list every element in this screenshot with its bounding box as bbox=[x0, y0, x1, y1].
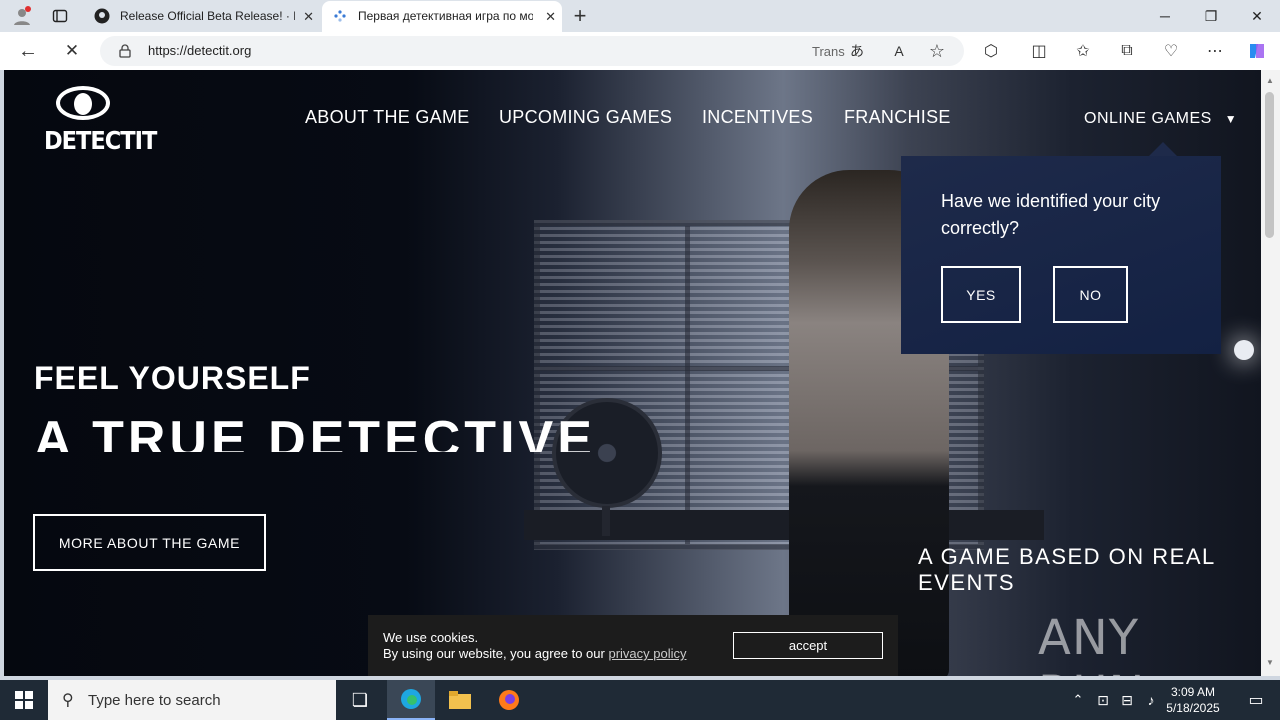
taskbar-clock[interactable]: 3:09 AM 5/18/2025 bbox=[1162, 684, 1224, 716]
taskbar-search[interactable]: ⚲ Type here to search bbox=[48, 680, 336, 720]
anyrun-watermark: ANY RUN bbox=[1038, 610, 1144, 676]
show-hidden-icons-icon[interactable]: ⌃ bbox=[1066, 680, 1090, 720]
favorites-icon[interactable]: ✩ bbox=[1072, 40, 1094, 62]
tab-actions-icon[interactable] bbox=[48, 4, 72, 28]
web-page: DETECTIT ABOUT THE GAME UPCOMING GAMES I… bbox=[4, 70, 1261, 676]
firefox-icon[interactable] bbox=[485, 680, 533, 720]
url-text[interactable]: https://detectit.org bbox=[148, 43, 251, 58]
city-confirm-popup: Have we identified your city correctly? … bbox=[901, 142, 1221, 354]
chevron-down-icon: ▼ bbox=[1224, 112, 1238, 126]
new-tab-icon[interactable]: + bbox=[566, 3, 594, 28]
tab-title: Release Official Beta Release! · Bl bbox=[120, 9, 295, 23]
back-icon[interactable]: ← bbox=[14, 38, 42, 64]
favorite-star-icon[interactable]: ☆ bbox=[926, 41, 948, 61]
close-tab-icon[interactable]: ✕ bbox=[545, 9, 556, 25]
windows-taskbar: ⚲ Type here to search ❏ ⌃ ⊡ ⊟ ♪ 3:09 AM … bbox=[0, 680, 1280, 720]
lamp-light bbox=[1234, 340, 1254, 360]
github-icon bbox=[94, 8, 110, 24]
cookie-accept-button[interactable]: accept bbox=[733, 632, 883, 659]
tab-bar: Release Official Beta Release! · Bl ✕ Пе… bbox=[0, 0, 1280, 32]
url-box[interactable]: https://detectit.org Trans あ A ☆ bbox=[100, 36, 964, 66]
address-bar: ← ✕ https://detectit.org Trans あ A ☆ ⬡ ◫… bbox=[0, 32, 1280, 70]
minimize-icon[interactable]: ─ bbox=[1142, 0, 1188, 32]
more-about-game-button[interactable]: MORE ABOUT THE GAME bbox=[33, 514, 266, 571]
restore-icon[interactable]: ❐ bbox=[1188, 0, 1234, 32]
tagline: A GAME BASED ON REAL EVENTS bbox=[918, 544, 1215, 595]
cookie-text: We use cookies. By using our website, yo… bbox=[383, 630, 687, 662]
cookie-line-2: By using our website, you agree to our bbox=[383, 646, 609, 661]
search-icon: ⚲ bbox=[62, 692, 74, 709]
page-scrollbar[interactable]: ▲ ▼ bbox=[1261, 70, 1280, 676]
extensions-icon[interactable]: ⬡ bbox=[980, 40, 1002, 62]
copilot-icon[interactable] bbox=[1244, 39, 1270, 63]
hero-line-1: FEEL YOURSELF bbox=[34, 360, 311, 396]
stop-loading-icon[interactable]: ✕ bbox=[58, 38, 86, 64]
close-tab-icon[interactable]: ✕ bbox=[303, 9, 314, 25]
nav-about-the-game[interactable]: ABOUT THE GAME bbox=[305, 107, 470, 128]
city-no-button[interactable]: NO bbox=[1053, 266, 1128, 323]
more-menu-icon[interactable]: ⋯ bbox=[1204, 40, 1226, 62]
notifications-icon[interactable]: ▭ bbox=[1232, 680, 1280, 720]
privacy-policy-link[interactable]: privacy policy bbox=[608, 646, 686, 661]
cookie-banner: We use cookies. By using our website, yo… bbox=[368, 615, 898, 676]
lock-icon[interactable] bbox=[116, 42, 134, 60]
search-placeholder: Type here to search bbox=[88, 691, 221, 709]
logo-text: DETECTIT bbox=[44, 126, 157, 155]
translate-icon[interactable]: あ bbox=[846, 41, 868, 61]
windows-start-icon[interactable] bbox=[0, 680, 48, 720]
browser-essentials-icon[interactable]: ♡ bbox=[1160, 40, 1182, 62]
collections-icon[interactable]: ⧉ bbox=[1116, 40, 1138, 62]
translate-label[interactable]: Trans bbox=[812, 44, 845, 59]
detectit-logo[interactable]: DETECTIT bbox=[44, 84, 157, 155]
scroll-down-icon[interactable]: ▼ bbox=[1266, 658, 1274, 667]
cookie-line-1: We use cookies. bbox=[383, 630, 479, 645]
scroll-thumb[interactable] bbox=[1265, 92, 1274, 238]
close-window-icon[interactable]: ✕ bbox=[1234, 0, 1280, 32]
loading-icon bbox=[334, 10, 346, 22]
city-question: Have we identified your city correctly? bbox=[941, 191, 1161, 238]
volume-icon[interactable]: ♪ bbox=[1140, 680, 1162, 720]
split-screen-icon[interactable]: ◫ bbox=[1028, 40, 1050, 62]
tray-device-icon[interactable]: ⊡ bbox=[1092, 680, 1114, 720]
profile-icon[interactable] bbox=[8, 4, 36, 28]
online-games-dropdown[interactable]: ONLINE GAMES ▼ bbox=[1084, 110, 1237, 128]
tab-detectit[interactable]: Первая детективная игра по мо ✕ bbox=[322, 1, 562, 32]
hero-line-2: A TRUE DETECTIVE bbox=[34, 411, 596, 452]
clock-time: 3:09 AM bbox=[1170, 685, 1216, 699]
file-explorer-icon[interactable] bbox=[436, 680, 484, 720]
edge-taskbar-icon[interactable] bbox=[387, 680, 435, 720]
tab-title: Первая детективная игра по мо bbox=[358, 9, 533, 23]
nav-franchise[interactable]: FRANCHISE bbox=[844, 107, 951, 128]
task-view-icon[interactable]: ❏ bbox=[336, 680, 384, 720]
city-yes-button[interactable]: YES bbox=[941, 266, 1021, 323]
read-aloud-icon[interactable]: A bbox=[888, 41, 910, 61]
background-fan-stand bbox=[602, 506, 610, 536]
nav-incentives[interactable]: INCENTIVES bbox=[702, 107, 813, 128]
online-games-label: ONLINE GAMES bbox=[1084, 110, 1212, 127]
network-icon[interactable]: ⊟ bbox=[1116, 680, 1138, 720]
eye-logo-icon bbox=[56, 86, 110, 120]
nav-upcoming-games[interactable]: UPCOMING GAMES bbox=[499, 107, 672, 128]
clock-date: 5/18/2025 bbox=[1166, 701, 1220, 715]
scroll-up-icon[interactable]: ▲ bbox=[1266, 76, 1274, 85]
tab-github-release[interactable]: Release Official Beta Release! · Bl ✕ bbox=[84, 1, 320, 32]
